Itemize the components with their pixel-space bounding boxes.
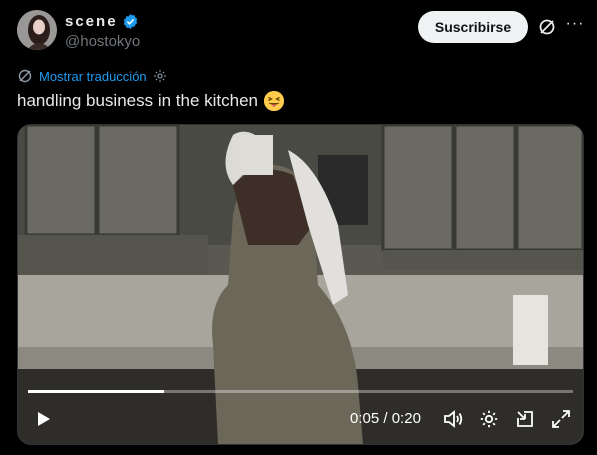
subscribe-button[interactable]: Suscribirse <box>418 11 528 43</box>
show-translation-link[interactable]: Mostrar traducción <box>39 69 147 84</box>
translate-icon <box>18 69 32 83</box>
progress-fill <box>28 390 165 393</box>
video-player[interactable]: 0:05 / 0:20 <box>17 124 584 445</box>
play-icon[interactable] <box>32 408 54 430</box>
time-separator: / <box>379 410 392 427</box>
time-display: 0:05 / 0:20 <box>350 410 421 427</box>
name-row: scene <box>65 13 139 30</box>
video-frame <box>18 125 583 444</box>
settings-icon[interactable] <box>478 408 500 430</box>
verified-badge-icon <box>123 14 137 29</box>
current-time: 0:05 <box>350 410 380 427</box>
avatar[interactable] <box>17 10 57 50</box>
video-controls: 0:05 / 0:20 <box>18 405 583 435</box>
squinting-tongue-emoji-icon <box>264 91 284 111</box>
popout-icon[interactable] <box>514 408 536 430</box>
volume-icon[interactable] <box>442 408 464 430</box>
user-handle[interactable]: @hostokyo <box>65 33 140 50</box>
fullscreen-icon[interactable] <box>550 408 572 430</box>
tweet-text: handling business in the kitchen <box>17 91 284 111</box>
display-name[interactable]: scene <box>65 13 118 30</box>
more-options-icon[interactable]: ··· <box>565 16 585 37</box>
tweet-header: scene @hostokyo Suscribirse ··· <box>17 10 587 52</box>
grok-icon[interactable] <box>537 17 557 37</box>
translate-row: Mostrar traducción <box>17 68 167 84</box>
gear-icon[interactable] <box>153 69 167 83</box>
duration: 0:20 <box>391 410 421 427</box>
progress-track[interactable] <box>28 390 573 393</box>
tweet-body: handling business in the kitchen <box>17 91 258 110</box>
